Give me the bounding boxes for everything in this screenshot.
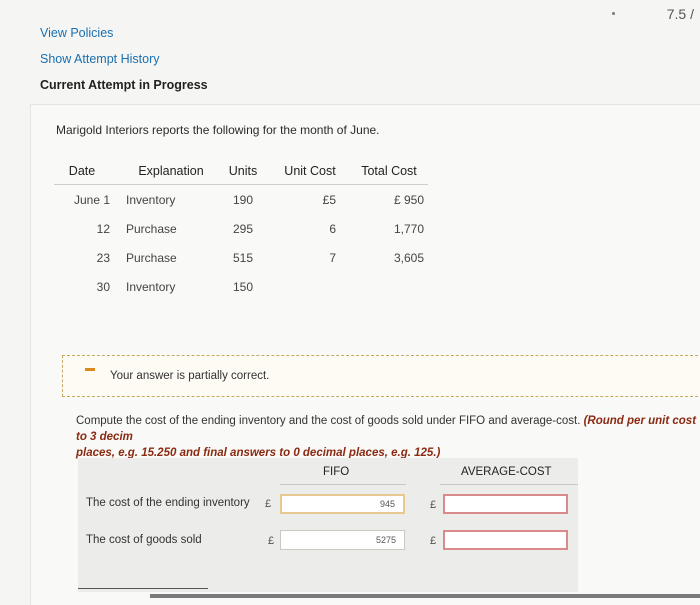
cell-unit-cost: £5 [322, 192, 336, 207]
cell-total-cost [350, 272, 428, 301]
cell-total-cost: 3,605 [393, 250, 424, 265]
cell-date: 30 [96, 279, 110, 294]
table-row: 30 Inventory 150 [54, 272, 428, 301]
cell-unit-cost: 7 [329, 250, 336, 265]
cell-units: 190 [232, 192, 254, 207]
divider [78, 588, 208, 589]
feedback-text: Your answer is partially correct. [110, 370, 270, 382]
instructions-main: Compute the cost of the ending inventory… [76, 415, 581, 427]
cell-date: 12 [96, 221, 110, 236]
bottom-scrollbar[interactable] [150, 594, 700, 598]
col-date: Date [54, 158, 118, 185]
problem-intro: Marigold Interiors reports the following… [56, 123, 380, 137]
cell-explanation: Purchase [126, 250, 177, 265]
cell-total-cost: 1,770 [393, 221, 424, 236]
col-fifo: FIFO [323, 466, 350, 478]
cell-explanation: Inventory [126, 279, 176, 294]
show-attempt-history-link[interactable]: Show Attempt History [40, 52, 160, 66]
cell-units: 150 [232, 279, 254, 294]
cogs-avg-input[interactable] [443, 530, 568, 550]
col-unit-cost: Unit Cost [270, 158, 350, 185]
fifo-underline [280, 484, 406, 485]
currency-symbol: £ [265, 498, 272, 510]
table-row: 23 Purchase 515 7 3,605 [54, 243, 428, 272]
score-display: 7.5 / [666, 6, 694, 22]
current-attempt-label: Current Attempt in Progress [40, 78, 208, 92]
decorative-dot [612, 12, 615, 15]
cell-units: 515 [232, 250, 254, 265]
table-row: June 1 Inventory 190 £5 £ 950 [54, 185, 428, 215]
cogs-fifo-input[interactable] [280, 530, 405, 550]
col-average-cost: AVERAGE-COST [461, 466, 552, 478]
currency-symbol: £ [430, 535, 437, 547]
cell-date: June 1 [73, 192, 110, 207]
partial-correct-icon [85, 368, 95, 371]
currency-symbol: £ [268, 535, 275, 547]
cell-date: 23 [96, 250, 110, 265]
cogs-label: The cost of goods sold [86, 534, 202, 546]
cell-units: 295 [232, 221, 254, 236]
ending-inventory-avg-input[interactable] [443, 494, 568, 514]
inventory-table: Date Explanation Units Unit Cost Total C… [54, 158, 428, 301]
ending-inventory-fifo-input[interactable] [280, 494, 405, 514]
cell-unit-cost [270, 272, 350, 301]
cell-unit-cost: 6 [329, 221, 336, 236]
cell-total-cost: £ 950 [393, 192, 424, 207]
col-explanation: Explanation [118, 158, 216, 185]
currency-symbol: £ [430, 499, 437, 511]
instructions: Compute the cost of the ending inventory… [76, 413, 700, 461]
cell-explanation: Inventory [126, 192, 176, 207]
cell-explanation: Purchase [126, 221, 177, 236]
col-total-cost: Total Cost [350, 158, 428, 185]
table-row: 12 Purchase 295 6 1,770 [54, 214, 428, 243]
col-units: Units [216, 158, 270, 185]
ending-inventory-label: The cost of the ending inventory [86, 497, 250, 509]
view-policies-link[interactable]: View Policies [40, 26, 113, 40]
answer-block [78, 458, 578, 592]
avg-underline [440, 484, 578, 485]
